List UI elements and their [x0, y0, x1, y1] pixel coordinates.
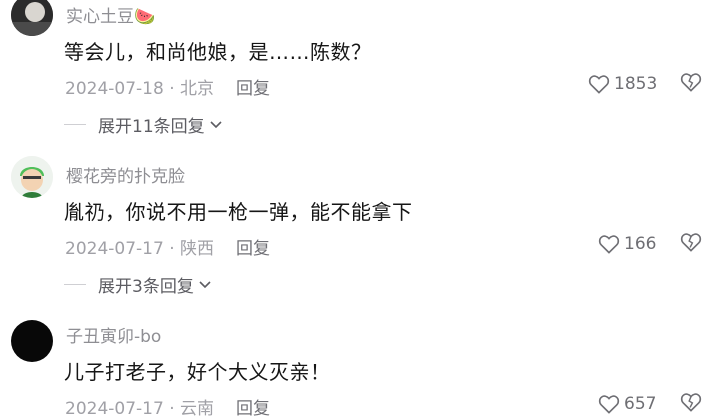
like-count: 166 [624, 234, 657, 254]
avatar[interactable] [11, 156, 53, 198]
reply-button[interactable]: 回复 [236, 74, 270, 99]
like-button[interactable]: 657 [598, 392, 656, 416]
heart-icon [598, 395, 620, 414]
username[interactable]: 子丑寅卯-bo [66, 322, 161, 347]
username[interactable]: 实心土豆🍉 [66, 2, 155, 27]
reply-button[interactable]: 回复 [236, 234, 270, 259]
watermelon-emoji: 🍉 [134, 7, 156, 27]
comment-item: 子丑寅卯-bo 儿子打老子，好个大义灭亲！ 2024-07-17 · 云南 回复… [0, 310, 720, 419]
dislike-button[interactable] [680, 392, 704, 416]
chevron-down-icon [210, 120, 222, 128]
comment-meta: 2024-07-17 · 云南 [65, 399, 215, 419]
expand-replies[interactable]: 展开3条回复 [64, 272, 212, 297]
dislike-button[interactable] [680, 72, 704, 96]
avatar[interactable] [11, 0, 53, 36]
broken-heart-icon [680, 393, 702, 412]
comment-meta: 2024-07-17 · 陕西 [65, 239, 215, 259]
broken-heart-icon [680, 233, 702, 252]
comment-text: 儿子打老子，好个大义灭亲！ [64, 360, 331, 384]
expand-replies[interactable]: 展开11条回复 [64, 112, 223, 137]
comment-text: 胤礽，你说不用一枪一弹，能不能拿下 [64, 200, 413, 224]
comment-text: 等会儿，和尚他娘，是……陈数？ [64, 40, 372, 64]
like-count: 1853 [614, 74, 658, 94]
like-button[interactable]: 1853 [588, 72, 657, 96]
broken-heart-icon [680, 73, 702, 92]
heart-icon [598, 235, 620, 254]
username[interactable]: 樱花旁的扑克脸 [66, 162, 185, 187]
divider [64, 124, 86, 125]
reply-button[interactable]: 回复 [236, 394, 270, 419]
like-count: 657 [624, 394, 657, 414]
heart-icon [588, 75, 610, 94]
dislike-button[interactable] [680, 232, 704, 256]
chevron-down-icon [199, 280, 211, 288]
avatar[interactable] [11, 320, 53, 362]
comment-meta: 2024-07-18 · 北京 [65, 79, 215, 99]
divider [64, 284, 86, 285]
comment-item: 樱花旁的扑克脸 胤礽，你说不用一枪一弹，能不能拿下 2024-07-17 · 陕… [0, 150, 720, 300]
like-button[interactable]: 166 [598, 232, 656, 256]
comment-item: 实心土豆🍉 等会儿，和尚他娘，是……陈数？ 2024-07-18 · 北京 回复… [0, 0, 720, 140]
